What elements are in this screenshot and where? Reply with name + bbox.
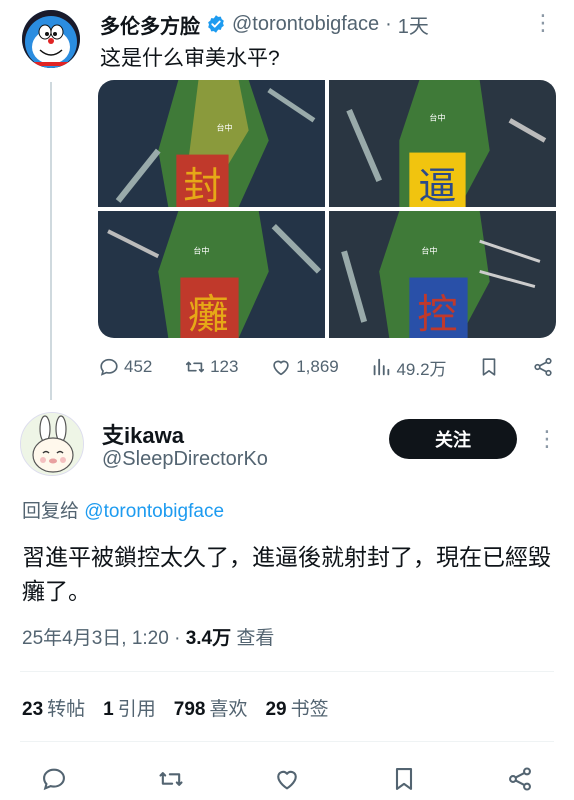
- avatar-sleepdirectorko[interactable]: [20, 412, 84, 476]
- like-icon: [273, 360, 289, 376]
- tweet2-views-count: 3.4万: [185, 628, 232, 649]
- share-icon[interactable]: [506, 765, 534, 793]
- like-icon[interactable]: [273, 765, 301, 793]
- reply-icon: [100, 358, 118, 376]
- svg-text:控: 控: [417, 292, 457, 338]
- retweet-button[interactable]: 123: [184, 356, 238, 378]
- image-1-label: 台中: [217, 122, 233, 132]
- reposts-count: 23: [22, 699, 44, 720]
- image-1[interactable]: 封 台中: [98, 80, 325, 207]
- quotes-count: 1: [103, 699, 114, 720]
- retweet-count: 123: [210, 357, 239, 376]
- bookmarks-stat[interactable]: 29 书签: [265, 694, 328, 721]
- avatar-torontobigface[interactable]: [22, 10, 80, 68]
- reposts-label: 转帖: [47, 699, 86, 720]
- likes-count: 798: [173, 699, 206, 720]
- divider-top: [20, 671, 554, 672]
- share-button[interactable]: [532, 356, 554, 378]
- reply-icon[interactable]: [40, 765, 68, 793]
- tweet1-image-grid[interactable]: 封 台中 逼 台中 癱 台中 控 台中: [98, 80, 556, 338]
- like-count: 1,869: [296, 357, 339, 376]
- likes-label: 喜欢: [209, 699, 248, 720]
- tweet2-stats: 23 转帖 1 引用 798 喜欢 29 书签: [22, 694, 329, 721]
- quotes-label: 引用: [117, 699, 156, 720]
- image-3[interactable]: 癱 台中: [98, 211, 325, 338]
- bookmarks-count: 29: [265, 699, 287, 720]
- image-4-label: 台中: [421, 245, 437, 255]
- image-2[interactable]: 逼 台中: [329, 80, 556, 207]
- bookmark-icon: [482, 358, 496, 376]
- image-4[interactable]: 控 台中: [329, 211, 556, 338]
- tweet1-header: 多伦多方脸 @torontobigface · 1天: [100, 10, 550, 38]
- verified-badge-icon: [208, 15, 224, 33]
- like-button[interactable]: 1,869: [270, 356, 339, 378]
- reply-button[interactable]: 452: [98, 356, 152, 378]
- image-2-label: 台中: [429, 112, 445, 122]
- tweet2-handle[interactable]: @SleepDirectorKo: [102, 448, 268, 471]
- retweet-icon[interactable]: [157, 765, 185, 793]
- tweet2-text: 習進平被鎖控太久了，進逼後就射封了，現在已經毀癱了。: [22, 544, 551, 604]
- divider-bottom: [20, 741, 554, 742]
- views-count: 49.2万: [396, 359, 447, 379]
- bookmarks-label: 书签: [290, 699, 329, 720]
- tweet2-timestamp[interactable]: 25年4月3日, 1:20: [22, 628, 169, 649]
- svg-text:逼: 逼: [418, 165, 456, 207]
- thread-line: [50, 82, 52, 400]
- tweet1-display-name[interactable]: 多伦多方脸: [100, 10, 200, 39]
- tweet2-display-name[interactable]: 支ikawa: [102, 418, 184, 450]
- tweet1-handle[interactable]: @torontobigface: [232, 13, 379, 36]
- bookmark-button[interactable]: [478, 356, 500, 378]
- svg-text:封: 封: [183, 165, 221, 207]
- reply-target-link[interactable]: @torontobigface: [84, 501, 224, 522]
- svg-text:癱: 癱: [188, 292, 228, 338]
- tweet1-separator: ·: [385, 12, 392, 35]
- share-icon: [534, 357, 552, 377]
- tweet2-action-bar: [40, 762, 534, 796]
- meta-dot: ·: [174, 628, 181, 649]
- likes-stat[interactable]: 798 喜欢: [174, 694, 248, 721]
- views-button[interactable]: 49.2万: [370, 355, 447, 380]
- tweet2-meta: 25年4月3日, 1:20 · 3.4万 查看: [22, 623, 274, 650]
- reply-prefix: 回复给: [22, 501, 80, 522]
- bookmark-icon[interactable]: [390, 765, 418, 793]
- views-icon: [374, 358, 390, 376]
- tweet1-text: 这是什么审美水平?: [100, 47, 280, 70]
- tweet2-views-label: 查看: [236, 628, 275, 649]
- reply-to-line: 回复给 @torontobigface: [22, 496, 224, 523]
- tweet1-time[interactable]: 1天: [398, 10, 429, 39]
- follow-button[interactable]: 关注: [389, 419, 517, 459]
- reply-count: 452: [124, 357, 153, 376]
- retweet-icon: [186, 361, 205, 373]
- tweet1-action-bar: 452 123 1,869 49.2万: [98, 352, 554, 382]
- quotes-stat[interactable]: 1 引用: [103, 694, 156, 721]
- reposts-stat[interactable]: 23 转帖: [22, 694, 85, 721]
- image-3-label: 台中: [193, 245, 209, 255]
- more-icon[interactable]: ⋮: [532, 10, 555, 36]
- more-icon[interactable]: ⋮: [536, 426, 559, 452]
